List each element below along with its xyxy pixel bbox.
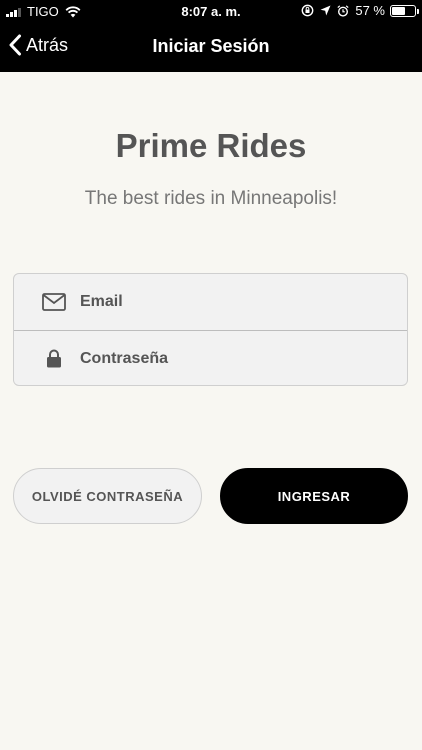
battery-icon [390, 4, 419, 17]
lock-icon [42, 349, 66, 368]
login-form [13, 273, 408, 386]
envelope-icon [42, 293, 66, 311]
password-field-row [14, 330, 407, 386]
status-bar: TIGO 8:07 a. m. 57 % [0, 0, 422, 22]
battery-percentage: 57 % [355, 3, 385, 18]
login-button[interactable]: INGRESAR [220, 468, 408, 524]
password-input[interactable] [80, 349, 360, 368]
status-right: 57 % [295, 3, 419, 18]
login-button-label: INGRESAR [277, 488, 351, 504]
location-arrow-icon [320, 5, 331, 16]
battery-fill [392, 6, 405, 15]
page-title: Iniciar Sesión [152, 36, 270, 56]
rotation-lock-icon [301, 4, 314, 17]
forgot-password-label: OLVIDÉ CONTRASEÑA [31, 488, 184, 504]
forgot-password-button[interactable]: OLVIDÉ CONTRASEÑA [13, 468, 202, 524]
email-input[interactable] [80, 293, 360, 311]
alarm-icon [337, 4, 349, 17]
app-title: Prime Rides [115, 127, 307, 164]
navigation-bar: Atrás Iniciar Sesión [0, 22, 422, 72]
app-subtitle: The best rides in Minneapolis! [84, 188, 338, 209]
email-field-row [14, 274, 407, 330]
